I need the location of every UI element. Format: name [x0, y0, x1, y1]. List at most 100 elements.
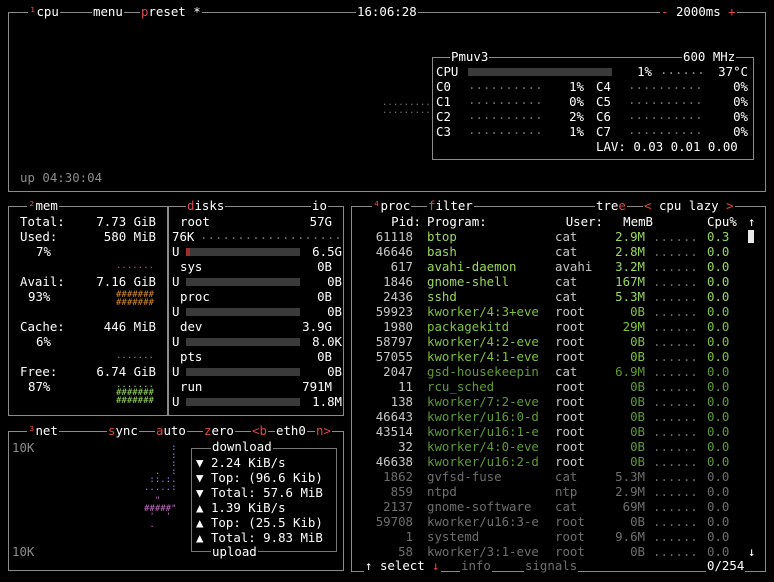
- col-cpu[interactable]: Cpu%: [707, 214, 737, 229]
- mem-cache-pct: 6%: [36, 334, 51, 349]
- sort-next-button[interactable]: >: [726, 198, 733, 213]
- mem-panel-title[interactable]: ²mem: [27, 199, 59, 213]
- cpu-core-graph: ..........: [628, 122, 703, 137]
- process-user: root: [555, 394, 585, 409]
- disk-size: 0B: [317, 289, 332, 304]
- process-row[interactable]: 138 kworker/7:2-eve root 0B...... 0.0: [355, 394, 759, 409]
- process-pid: 1980: [383, 319, 413, 334]
- proc-panel-title[interactable]: ⁴proc: [372, 199, 412, 213]
- process-row[interactable]: 617 avahi-daemon avahi 3.2M...... 0.0: [355, 259, 759, 274]
- process-row[interactable]: 2137 gnome-software cat 69M...... 0.0: [355, 499, 759, 514]
- process-user: root: [555, 349, 585, 364]
- net-sync-toggle[interactable]: sync: [107, 424, 139, 438]
- uptime: up 04:30:04: [20, 170, 103, 185]
- process-row[interactable]: 1980 packagekitd root 29M...... 0.0: [355, 319, 759, 334]
- process-row[interactable]: 1 systemd root 9.6M...... 0.0: [355, 529, 759, 544]
- proc-sort-selector[interactable]: < cpu lazy >: [643, 199, 735, 213]
- process-row[interactable]: 46638 kworker/u16:2-d root 0B...... 0.0: [355, 454, 759, 469]
- net-auto-toggle[interactable]: auto: [155, 424, 187, 438]
- sort-prev-button[interactable]: <: [644, 198, 651, 213]
- process-row[interactable]: 859 ntpd ntp 2.9M...... 0.0: [355, 484, 759, 499]
- io-toggle[interactable]: io: [311, 199, 328, 213]
- cpu-total-bar: [468, 68, 612, 76]
- disks-panel-title[interactable]: disks: [186, 199, 226, 213]
- proc-filter-button[interactable]: filter: [427, 199, 474, 213]
- cpu-core-c1: C1: [436, 94, 451, 109]
- mem-used-label: Used:: [20, 229, 58, 244]
- process-pid: 58797: [375, 334, 413, 349]
- process-cpu: 0.0: [707, 304, 730, 319]
- col-mem[interactable]: MemB: [605, 214, 653, 229]
- process-row[interactable]: 58 kworker/3:1-eve root 0B...... 0.0: [355, 544, 759, 559]
- process-name: kworker/u16:3-e: [427, 514, 539, 529]
- process-cpu-graph: ......: [653, 394, 698, 409]
- mem-free-graph: ....... ####### #######: [116, 380, 154, 406]
- process-row[interactable]: 32 kworker/4:0-eve root 0B...... 0.0: [355, 439, 759, 454]
- interval-control[interactable]: - 2000ms +: [660, 5, 737, 19]
- net-panel-title[interactable]: ³net: [27, 424, 59, 438]
- process-user: root: [555, 334, 585, 349]
- proc-select-control[interactable]: ↑ select ↓: [364, 559, 441, 573]
- disk-usage-bar: [186, 368, 300, 376]
- process-row[interactable]: 59923 kworker/4:3+eve root 0B...... 0.0: [355, 304, 759, 319]
- process-mem: 6.9M: [615, 364, 645, 379]
- process-cpu-graph: ......: [653, 484, 698, 499]
- proc-tree-toggle[interactable]: tree: [595, 199, 627, 213]
- process-row[interactable]: 1862 gvfsd-fuse cat 5.3M...... 0.0: [355, 469, 759, 484]
- process-user: root: [555, 379, 585, 394]
- process-name: avahi-daemon: [427, 259, 517, 274]
- disk-bar-label: U: [172, 304, 180, 319]
- process-row[interactable]: 1846 gnome-shell cat 167M...... 0.0: [355, 274, 759, 289]
- disk-free: 8.0K: [312, 334, 342, 349]
- process-row[interactable]: 46643 kworker/u16:0-d root 0B...... 0.0: [355, 409, 759, 424]
- menu-button[interactable]: menu: [92, 5, 124, 19]
- process-row[interactable]: 46646 bash cat 2.8M...... 0.0: [355, 244, 759, 259]
- process-row[interactable]: 58797 kworker/4:2-eve root 0B...... 0.0: [355, 334, 759, 349]
- cpu-core-graph: ..........: [468, 122, 543, 137]
- process-cpu: 0.0: [707, 424, 730, 439]
- col-user[interactable]: User:: [551, 214, 603, 229]
- process-mem: 0B: [630, 454, 645, 469]
- net-zero-toggle[interactable]: zero: [203, 424, 235, 438]
- process-row[interactable]: 2047 gsd-housekeepin cat 6.9M...... 0.0: [355, 364, 759, 379]
- process-user: root: [555, 454, 585, 469]
- proc-scroll-up-arrow[interactable]: ↑: [748, 214, 755, 229]
- process-row[interactable]: 57055 kworker/4:1-eve root 0B...... 0.0: [355, 349, 759, 364]
- process-row[interactable]: 61118 btop cat 2.9M...... 0.3: [355, 229, 759, 244]
- cpu-core-pct: 0%: [733, 124, 748, 139]
- col-program[interactable]: Program:: [427, 214, 487, 229]
- mem-cache-graph: .......: [116, 351, 154, 361]
- process-user: root: [555, 304, 585, 319]
- process-mem: 69M: [622, 499, 645, 514]
- col-pid[interactable]: Pid:: [355, 214, 421, 229]
- net-download-total: ▼ Total: 57.6 MiB: [196, 485, 323, 500]
- interval-decrease-button[interactable]: -: [661, 4, 668, 19]
- process-row[interactable]: 59708 kworker/u16:3-e root 0B...... 0.0: [355, 514, 759, 529]
- disk-free: 0B: [327, 304, 342, 319]
- process-name: gnome-software: [427, 499, 532, 514]
- process-row[interactable]: 2436 sshd cat 5.3M...... 0.0: [355, 289, 759, 304]
- cpu-core-graph: ..........: [468, 77, 543, 92]
- preset-button[interactable]: preset *: [140, 5, 202, 19]
- cpu-panel-title[interactable]: ¹cpu: [28, 5, 60, 19]
- cpu-total-label: CPU: [436, 64, 459, 79]
- process-cpu-graph: ......: [653, 379, 698, 394]
- net-prev-iface-button[interactable]: <b: [251, 424, 268, 438]
- cpu-core-graph: ..........: [628, 77, 703, 92]
- disk-bar-label: U: [172, 334, 180, 349]
- process-row[interactable]: 11 rcu_sched root 0B...... 0.0: [355, 379, 759, 394]
- process-cpu: 0.0: [707, 244, 730, 259]
- proc-signals-button[interactable]: signals: [524, 559, 579, 573]
- process-mem: 0B: [630, 439, 645, 454]
- proc-info-button[interactable]: info: [460, 559, 492, 573]
- process-pid: 2436: [383, 289, 413, 304]
- interval-increase-button[interactable]: +: [728, 4, 735, 19]
- mem-avail-label: Avail:: [20, 274, 65, 289]
- process-pid: 57055: [375, 349, 413, 364]
- process-cpu: 0.0: [707, 514, 730, 529]
- cpu-core-c4: C4: [596, 79, 611, 94]
- net-scale-top: 10K: [12, 440, 35, 455]
- process-row[interactable]: 43514 kworker/u16:1-e root 0B...... 0.0: [355, 424, 759, 439]
- net-next-iface-button[interactable]: n>: [315, 424, 332, 438]
- process-user: root: [555, 439, 585, 454]
